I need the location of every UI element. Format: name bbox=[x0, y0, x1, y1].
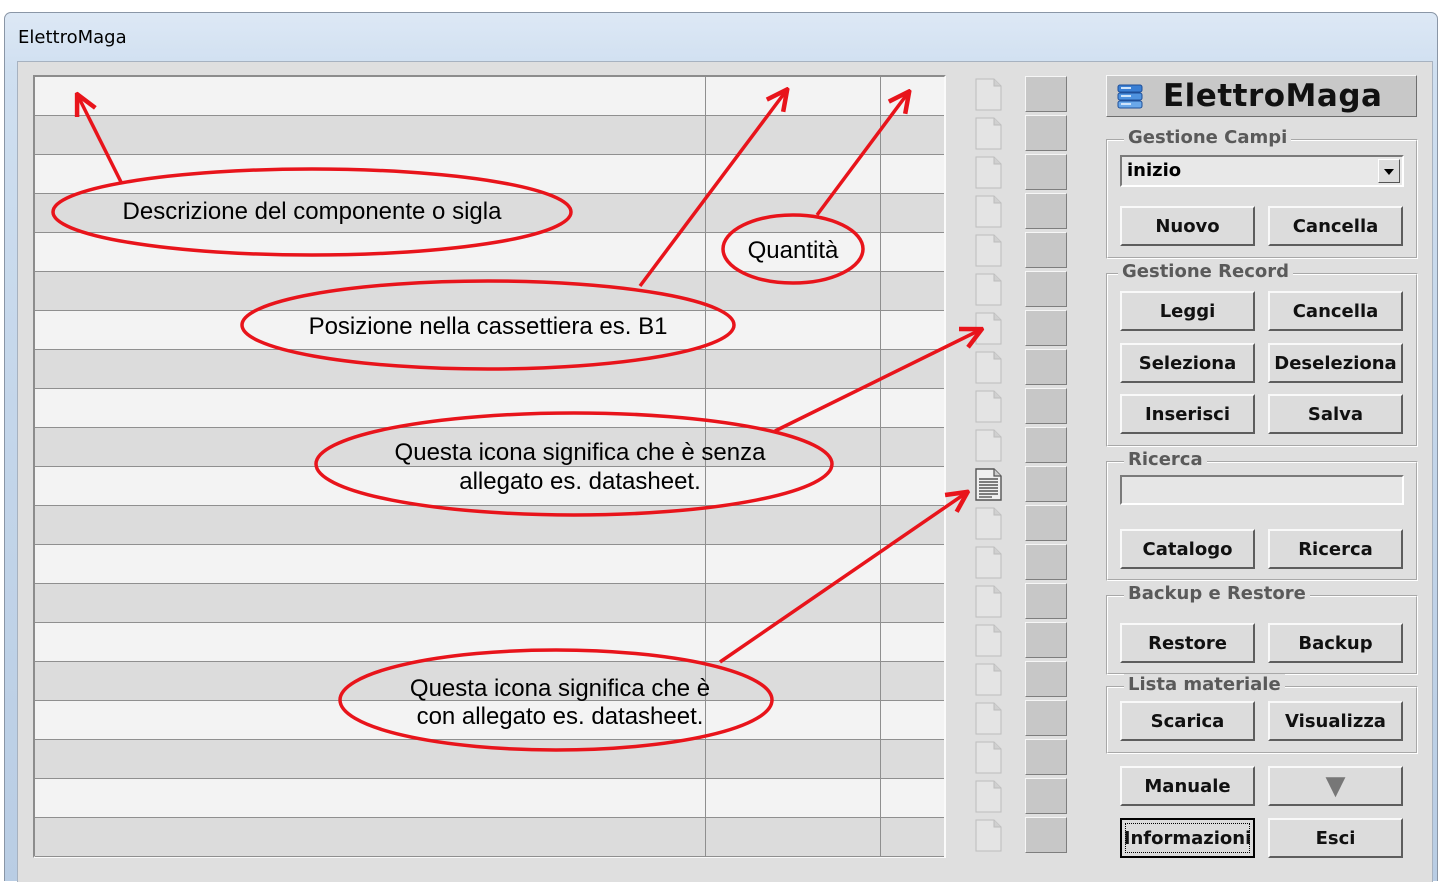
row-selector-button[interactable] bbox=[1025, 622, 1067, 658]
brand-title: ElettroMaga bbox=[1163, 78, 1383, 114]
group-label: Backup e Restore bbox=[1124, 583, 1310, 604]
table-row[interactable] bbox=[35, 77, 944, 116]
brand-header: ElettroMaga bbox=[1106, 75, 1417, 117]
annotation-posizione: Posizione nella cassettiera es. B1 bbox=[308, 313, 668, 340]
row-selector-button[interactable] bbox=[1025, 154, 1067, 190]
group-label: Lista materiale bbox=[1124, 674, 1285, 695]
row-selector-button[interactable] bbox=[1025, 700, 1067, 736]
row-selector-button[interactable] bbox=[1025, 583, 1067, 619]
table-row[interactable] bbox=[35, 740, 944, 779]
manuale-button[interactable]: Manuale bbox=[1120, 766, 1255, 806]
table-row[interactable] bbox=[35, 623, 944, 662]
title-bar[interactable]: ElettroMaga bbox=[5, 13, 1437, 59]
deseleziona-button[interactable]: Deseleziona bbox=[1268, 343, 1403, 383]
catalogo-button[interactable]: Catalogo bbox=[1120, 529, 1255, 569]
seleziona-button[interactable]: Seleziona bbox=[1120, 343, 1255, 383]
backup-button[interactable]: Backup bbox=[1268, 623, 1403, 663]
no-attachment-document-icon[interactable] bbox=[974, 117, 1002, 150]
table-row[interactable] bbox=[35, 506, 944, 545]
row-selector-button[interactable] bbox=[1025, 115, 1067, 151]
row-selector-button[interactable] bbox=[1025, 778, 1067, 814]
no-attachment-document-icon[interactable] bbox=[974, 702, 1002, 735]
restore-button[interactable]: Restore bbox=[1120, 623, 1255, 663]
table-row[interactable] bbox=[35, 584, 944, 623]
cancella-campo-button[interactable]: Cancella bbox=[1268, 206, 1403, 246]
no-attachment-document-icon[interactable] bbox=[974, 195, 1002, 228]
annotation-icona-senza-line1: Questa icona significa che è senza bbox=[394, 439, 766, 466]
no-attachment-document-icon[interactable] bbox=[974, 312, 1002, 345]
group-label: Ricerca bbox=[1124, 449, 1207, 470]
salva-button[interactable]: Salva bbox=[1268, 394, 1403, 434]
no-attachment-document-icon[interactable] bbox=[974, 780, 1002, 813]
scroll-down-button[interactable]: ▼ bbox=[1268, 766, 1403, 806]
row-selector-button[interactable] bbox=[1025, 505, 1067, 541]
row-selector-button[interactable] bbox=[1025, 661, 1067, 697]
row-selector-button[interactable] bbox=[1025, 76, 1067, 112]
chevron-down-icon[interactable] bbox=[1378, 159, 1400, 183]
informazioni-button[interactable]: Informazioni bbox=[1120, 818, 1255, 858]
window-title: ElettroMaga bbox=[18, 27, 127, 48]
table-row[interactable] bbox=[35, 155, 944, 194]
ricerca-button[interactable]: Ricerca bbox=[1268, 529, 1403, 569]
attachment-document-icon[interactable] bbox=[974, 468, 1002, 501]
row-selector-button[interactable] bbox=[1025, 232, 1067, 268]
row-selector-button[interactable] bbox=[1025, 427, 1067, 463]
search-input[interactable] bbox=[1120, 475, 1404, 505]
database-icon bbox=[1117, 84, 1143, 109]
annotation-quantita: Quantità bbox=[747, 237, 839, 264]
no-attachment-document-icon[interactable] bbox=[974, 351, 1002, 384]
nuovo-button[interactable]: Nuovo bbox=[1120, 206, 1255, 246]
table-row[interactable] bbox=[35, 350, 944, 389]
row-selector-button[interactable] bbox=[1025, 466, 1067, 502]
field-select[interactable]: inizio bbox=[1120, 155, 1404, 187]
field-select-value: inizio bbox=[1127, 160, 1182, 181]
visualizza-button[interactable]: Visualizza bbox=[1268, 701, 1403, 741]
row-selector-button[interactable] bbox=[1025, 349, 1067, 385]
table-row[interactable] bbox=[35, 272, 944, 311]
no-attachment-document-icon[interactable] bbox=[974, 273, 1002, 306]
control-panel: ElettroMaga Gestione Campi inizio Nuovo … bbox=[1106, 75, 1418, 875]
row-selector-button[interactable] bbox=[1025, 388, 1067, 424]
table-row[interactable] bbox=[35, 116, 944, 155]
annotation-icona-con-line1: Questa icona significa che è bbox=[409, 675, 711, 702]
inserisci-button[interactable]: Inserisci bbox=[1120, 394, 1255, 434]
esci-button[interactable]: Esci bbox=[1268, 818, 1403, 858]
annotation-icona-senza-line2: allegato es. datasheet. bbox=[459, 468, 701, 495]
table-row[interactable] bbox=[35, 779, 944, 818]
no-attachment-document-icon[interactable] bbox=[974, 156, 1002, 189]
no-attachment-document-icon[interactable] bbox=[974, 546, 1002, 579]
row-selector-button[interactable] bbox=[1025, 739, 1067, 775]
annotation-descrizione: Descrizione del componente o sigla bbox=[122, 198, 502, 225]
row-selector-button[interactable] bbox=[1025, 544, 1067, 580]
row-selector-button[interactable] bbox=[1025, 193, 1067, 229]
no-attachment-document-icon[interactable] bbox=[974, 390, 1002, 423]
no-attachment-document-icon[interactable] bbox=[974, 429, 1002, 462]
leggi-button[interactable]: Leggi bbox=[1120, 291, 1255, 331]
no-attachment-document-icon[interactable] bbox=[974, 819, 1002, 852]
no-attachment-document-icon[interactable] bbox=[974, 624, 1002, 657]
row-selector-button[interactable] bbox=[1025, 271, 1067, 307]
scarica-button[interactable]: Scarica bbox=[1120, 701, 1255, 741]
attachment-icon-column bbox=[972, 75, 1004, 858]
table-row[interactable] bbox=[35, 389, 944, 428]
no-attachment-document-icon[interactable] bbox=[974, 507, 1002, 540]
no-attachment-document-icon[interactable] bbox=[974, 78, 1002, 111]
group-label: Gestione Campi bbox=[1124, 127, 1292, 148]
table-row[interactable] bbox=[35, 818, 944, 857]
annotation-icona-con-line2: con allegato es. datasheet. bbox=[416, 703, 704, 730]
no-attachment-document-icon[interactable] bbox=[974, 585, 1002, 618]
row-selector-column bbox=[1025, 75, 1067, 858]
no-attachment-document-icon[interactable] bbox=[974, 741, 1002, 774]
group-label: Gestione Record bbox=[1118, 261, 1293, 282]
row-selector-button[interactable] bbox=[1025, 817, 1067, 853]
no-attachment-document-icon[interactable] bbox=[974, 663, 1002, 696]
no-attachment-document-icon[interactable] bbox=[974, 234, 1002, 267]
column-divider-quantity bbox=[880, 77, 881, 856]
cancella-record-button[interactable]: Cancella bbox=[1268, 291, 1403, 331]
table-row[interactable] bbox=[35, 545, 944, 584]
row-selector-button[interactable] bbox=[1025, 310, 1067, 346]
